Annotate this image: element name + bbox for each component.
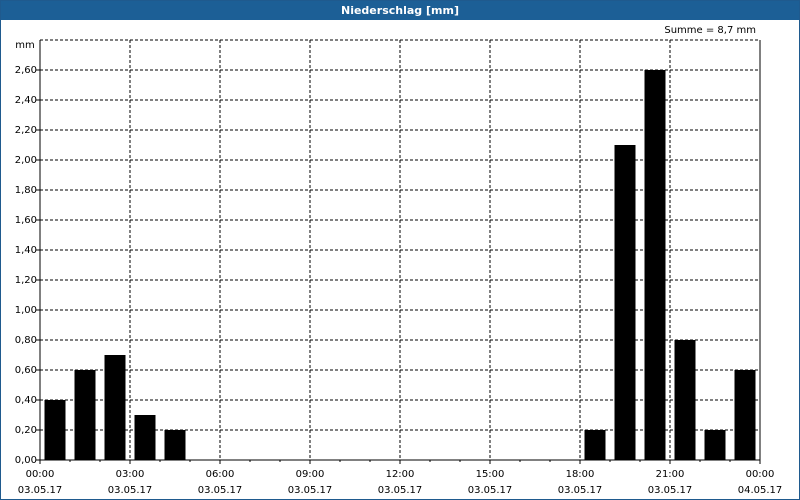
y-axis-label: mm	[15, 40, 34, 51]
x-tick-time: 06:00	[206, 469, 235, 480]
bar	[584, 430, 606, 460]
bar	[704, 430, 726, 460]
y-tick-label: 0,60	[15, 365, 37, 376]
bar	[644, 70, 666, 460]
y-tick-label: 0,20	[15, 425, 37, 436]
bar	[134, 415, 156, 460]
y-tick-label: 1,40	[15, 245, 37, 256]
x-tick-date: 03.05.17	[558, 485, 603, 496]
x-tick-time: 21:00	[656, 469, 685, 480]
bar	[44, 400, 66, 460]
x-tick-date: 03.05.17	[468, 485, 513, 496]
y-tick-label: 1,60	[15, 215, 37, 226]
x-tick-time: 15:00	[476, 469, 505, 480]
x-tick-date: 03.05.17	[288, 485, 333, 496]
y-tick-label: 0,40	[15, 395, 37, 406]
bar	[674, 340, 696, 460]
precipitation-chart: 0,00 0,20 0,40 0,60 0,80 1,00 1,20 1,40 1,60 1,80…	[15, 39, 783, 496]
x-tick-time: 00:00	[746, 469, 775, 480]
bar	[164, 430, 186, 460]
x-tick-time: 09:00	[296, 469, 325, 480]
y-tick-label: 2,00	[15, 155, 37, 166]
bar	[734, 370, 756, 460]
x-tick-time: 03:00	[116, 469, 145, 480]
x-tick-time: 12:00	[386, 469, 415, 480]
y-tick-label: 0,00	[15, 455, 37, 466]
x-tick-date: 03.05.17	[378, 485, 423, 496]
x-tick-time: 18:00	[566, 469, 595, 480]
bar	[104, 355, 126, 460]
x-tick-time: 00:00	[26, 469, 55, 480]
x-tick-date: 03.05.17	[18, 485, 63, 496]
y-tick-label: 1,20	[15, 275, 37, 286]
y-tick-label: 2,20	[15, 125, 37, 136]
x-tick-date: 04.05.17	[738, 485, 783, 496]
y-tick-label: 1,00	[15, 305, 37, 316]
y-tick-label: 1,80	[15, 185, 37, 196]
y-tick-label: 2,60	[15, 65, 37, 76]
bar	[74, 370, 96, 460]
bar	[614, 145, 636, 460]
x-tick-date: 03.05.17	[108, 485, 153, 496]
y-tick-label: 2,40	[15, 95, 37, 106]
y-tick-label: 0,80	[15, 335, 37, 346]
x-tick-date: 03.05.17	[648, 485, 693, 496]
x-tick-date: 03.05.17	[198, 485, 243, 496]
